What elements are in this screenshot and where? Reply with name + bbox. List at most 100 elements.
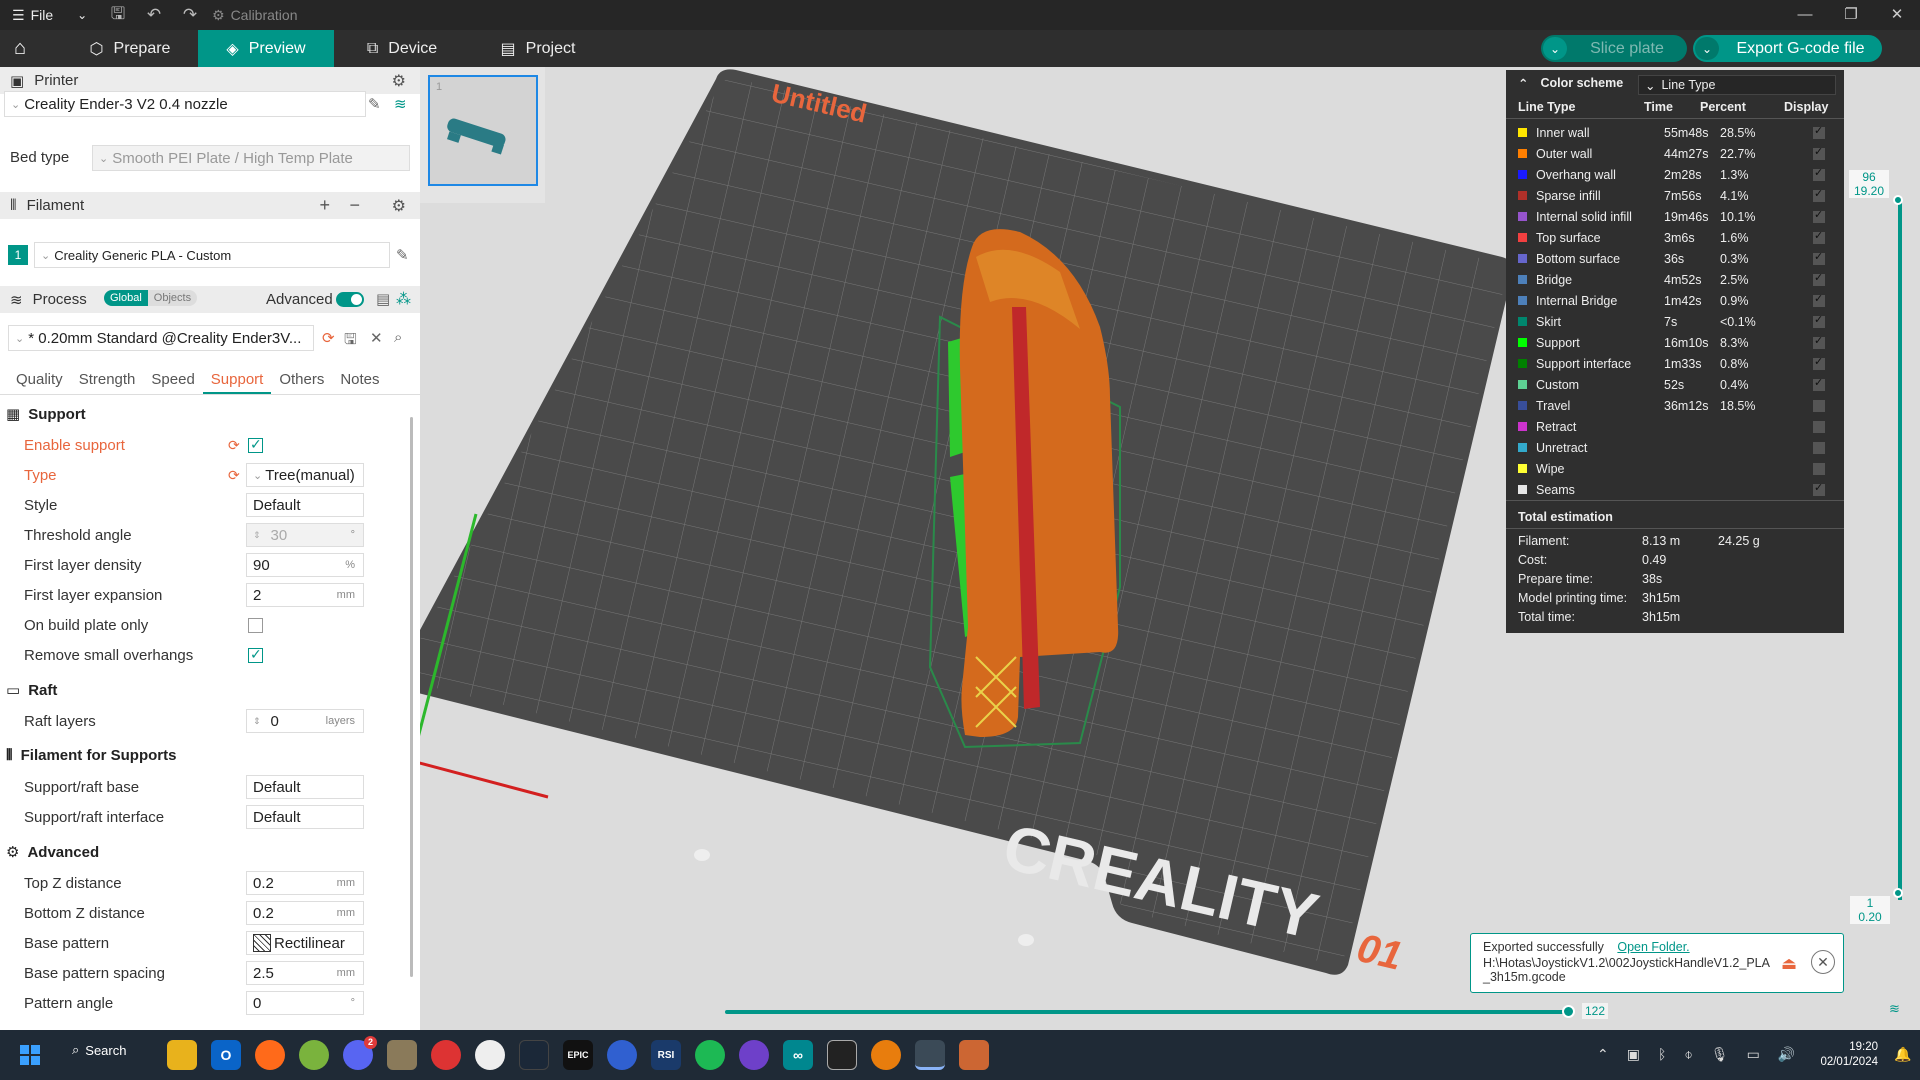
wifi-icon[interactable]: ≋ — [394, 95, 407, 113]
subtab-notes[interactable]: Notes — [332, 367, 387, 394]
filament-select[interactable]: ⌄ Creality Generic PLA - Custom — [34, 242, 390, 268]
file-explorer-icon[interactable] — [167, 1040, 197, 1070]
legend-display-checkbox[interactable] — [1813, 145, 1825, 160]
support-raft-base-select[interactable]: Default — [246, 775, 364, 799]
legend-display-checkbox[interactable] — [1813, 420, 1825, 433]
collapse-icon[interactable]: ⌃ — [1518, 76, 1528, 91]
3d-viewer-icon[interactable] — [387, 1040, 417, 1070]
undo-icon[interactable]: ↶ — [136, 5, 172, 25]
github-icon[interactable] — [739, 1040, 769, 1070]
chevron-down-icon[interactable]: ⌄ — [1543, 37, 1567, 60]
subtab-strength[interactable]: Strength — [71, 367, 144, 394]
tab-prepare[interactable]: ⬡ Prepare — [62, 30, 198, 67]
legend-display-checkbox[interactable] — [1813, 229, 1825, 244]
network-icon[interactable]: ⁂ — [396, 290, 411, 308]
layer-slider-top-handle[interactable] — [1893, 195, 1903, 205]
raft-layers-input[interactable]: ⇕ 0 layers — [246, 709, 364, 733]
restore-icon[interactable]: ❐ — [1828, 0, 1874, 30]
legend-display-checkbox[interactable] — [1813, 441, 1825, 454]
close-icon[interactable]: ✕ — [1874, 0, 1920, 30]
legend-display-checkbox[interactable] — [1813, 208, 1825, 223]
legend-display-checkbox[interactable] — [1813, 250, 1825, 265]
layers-view-icon[interactable]: ≋ — [1889, 1001, 1900, 1017]
global-option[interactable]: Global — [104, 290, 148, 306]
usb-icon[interactable]: ⌽ — [1684, 1046, 1692, 1063]
layer-slider-track[interactable] — [1898, 200, 1902, 900]
top-z-distance-input[interactable]: 0.2 mm — [246, 871, 364, 895]
spotify-icon[interactable] — [695, 1040, 725, 1070]
support-type-select[interactable]: ⌄ Tree(manual) — [246, 463, 364, 487]
subtab-others[interactable]: Others — [271, 367, 332, 394]
legend-display-checkbox[interactable] — [1813, 271, 1825, 286]
legend-display-checkbox[interactable] — [1813, 334, 1825, 349]
legend-display-checkbox[interactable] — [1813, 292, 1825, 307]
save-icon[interactable]: 🖫 — [344, 329, 357, 354]
edit-icon[interactable]: ✎ — [396, 246, 409, 264]
chevron-up-icon[interactable]: ⌃ — [1597, 1046, 1609, 1063]
tab-device[interactable]: ⧉ Device — [334, 30, 470, 67]
legend-display-checkbox[interactable] — [1813, 166, 1825, 181]
bottom-z-distance-input[interactable]: 0.2 mm — [246, 901, 364, 925]
base-pattern-spacing-input[interactable]: 2.5 mm — [246, 961, 364, 985]
volume-icon[interactable]: 🔊 — [1778, 1046, 1795, 1063]
support-raft-interface-select[interactable]: Default — [246, 805, 364, 829]
minimize-icon[interactable]: — — [1782, 0, 1828, 30]
creality-app-icon[interactable] — [431, 1040, 461, 1070]
home-icon[interactable]: ⌂ — [0, 30, 40, 67]
gear-icon[interactable]: ⚙ — [392, 71, 406, 91]
settings-scrollbar[interactable] — [410, 417, 413, 977]
bluetooth-icon[interactable]: ᛒ — [1658, 1046, 1666, 1063]
redo-icon[interactable]: ↷ — [172, 5, 208, 25]
pattern-angle-input[interactable]: 0 ° — [246, 991, 364, 1015]
notification-bell-icon[interactable]: 🔔 — [1894, 1046, 1911, 1063]
snipping-tool-icon[interactable] — [959, 1040, 989, 1070]
slicer-active-icon[interactable] — [915, 1040, 945, 1070]
compare-icon[interactable]: ▤ — [376, 290, 390, 308]
close-icon[interactable]: ✕ — [1811, 950, 1835, 974]
add-filament-icon[interactable]: + — [319, 195, 330, 216]
layer-slider-bottom-handle[interactable] — [1893, 888, 1903, 898]
spinner-icon[interactable]: ⇕ — [253, 716, 261, 727]
epic-games-icon[interactable]: EPIC — [563, 1040, 593, 1070]
legend-display-checkbox[interactable] — [1813, 462, 1825, 475]
firefox-icon[interactable] — [255, 1040, 285, 1070]
3d-viewport[interactable]: 1 Untitled CREALITY 01 ⌃ Color scheme ⌄ … — [420, 67, 1920, 1030]
legend-display-checkbox[interactable] — [1813, 399, 1825, 412]
advanced-switch[interactable] — [336, 292, 364, 307]
remove-filament-icon[interactable]: − — [349, 195, 360, 216]
remove-small-overhangs-checkbox[interactable] — [248, 646, 263, 663]
on-build-plate-checkbox[interactable] — [248, 618, 263, 633]
objects-option[interactable]: Objects — [147, 290, 198, 306]
legend-display-checkbox[interactable] — [1813, 481, 1825, 496]
display-icon[interactable]: ▭ — [1747, 1046, 1760, 1063]
orca-app-icon[interactable] — [475, 1040, 505, 1070]
first-layer-density-input[interactable]: 90 % — [246, 553, 364, 577]
bed-type-select[interactable]: ⌄ Smooth PEI Plate / High Temp Plate — [92, 145, 410, 171]
tab-project[interactable]: ▤ Project — [470, 30, 606, 67]
threshold-angle-input[interactable]: ⇕ 30 ° — [246, 523, 364, 547]
spinner-icon[interactable]: ⇕ — [253, 530, 261, 541]
reset-icon[interactable]: ⟳ — [228, 437, 240, 454]
rsi-launcher-icon[interactable]: RSI — [651, 1040, 681, 1070]
global-objects-toggle[interactable]: Global Objects — [104, 290, 198, 306]
open-folder-link[interactable]: Open Folder. — [1617, 940, 1689, 954]
steam-icon[interactable] — [519, 1040, 549, 1070]
export-gcode-button[interactable]: ⌄ Export G-code file — [1693, 35, 1882, 62]
first-layer-expansion-input[interactable]: 2 mm — [246, 583, 364, 607]
file-menu[interactable]: ☰ File ⌄ — [0, 7, 100, 24]
eject-icon[interactable]: ⏏ — [1781, 954, 1797, 974]
xbox-icon[interactable] — [299, 1040, 329, 1070]
arduino-icon[interactable]: ∞ — [783, 1040, 813, 1070]
subtab-support[interactable]: Support — [202, 367, 272, 394]
reset-icon[interactable]: ⟳ — [228, 467, 240, 484]
windows-start-icon[interactable] — [20, 1045, 40, 1065]
move-slider-track[interactable] — [725, 1010, 1570, 1014]
outlook-icon[interactable]: O — [211, 1040, 241, 1070]
ea-app-icon[interactable] — [607, 1040, 637, 1070]
save-icon[interactable]: 🖫 — [100, 1, 136, 30]
reset-icon[interactable]: ⟳ — [322, 329, 335, 347]
enable-support-checkbox[interactable] — [248, 436, 263, 453]
taskbar-search[interactable]: ⌕ Search — [72, 1042, 126, 1058]
chevron-down-icon[interactable]: ⌄ — [1695, 37, 1719, 60]
legend-display-checkbox[interactable] — [1813, 124, 1825, 139]
